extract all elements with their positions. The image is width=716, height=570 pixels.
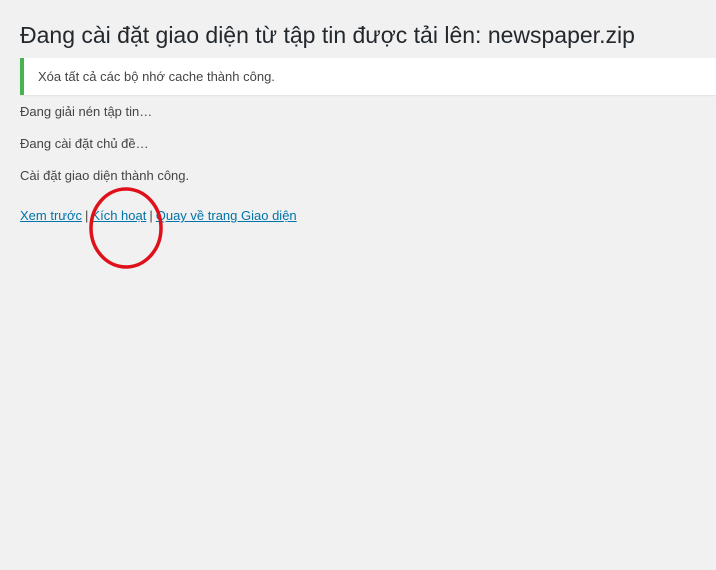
status-message-unpacking: Đang giải nén tập tin… (20, 104, 153, 119)
highlight-circle-annotation (89, 187, 163, 269)
page-title: Đang cài đặt giao diện từ tập tin được t… (20, 22, 635, 48)
separator: | (85, 208, 89, 223)
notice-text: Xóa tất cả các bộ nhớ cache thành công. (38, 69, 275, 84)
status-message-installing: Đang cài đặt chủ đề… (20, 136, 149, 151)
back-to-themes-link[interactable]: Quay về trang Giao diện (156, 208, 297, 223)
separator: | (149, 208, 153, 223)
status-message-success: Cài đặt giao diện thành công. (20, 168, 190, 183)
success-notice: Xóa tất cả các bộ nhớ cache thành công. (20, 58, 716, 95)
activate-link[interactable]: Kích hoạt (91, 208, 146, 223)
theme-actions: Xem trước | Kích hoạt | Quay về trang Giao d… (20, 208, 297, 223)
theme-install-page: Đang cài đặt giao diện từ tập tin được t… (0, 0, 716, 570)
preview-link[interactable]: Xem trước (20, 208, 82, 223)
